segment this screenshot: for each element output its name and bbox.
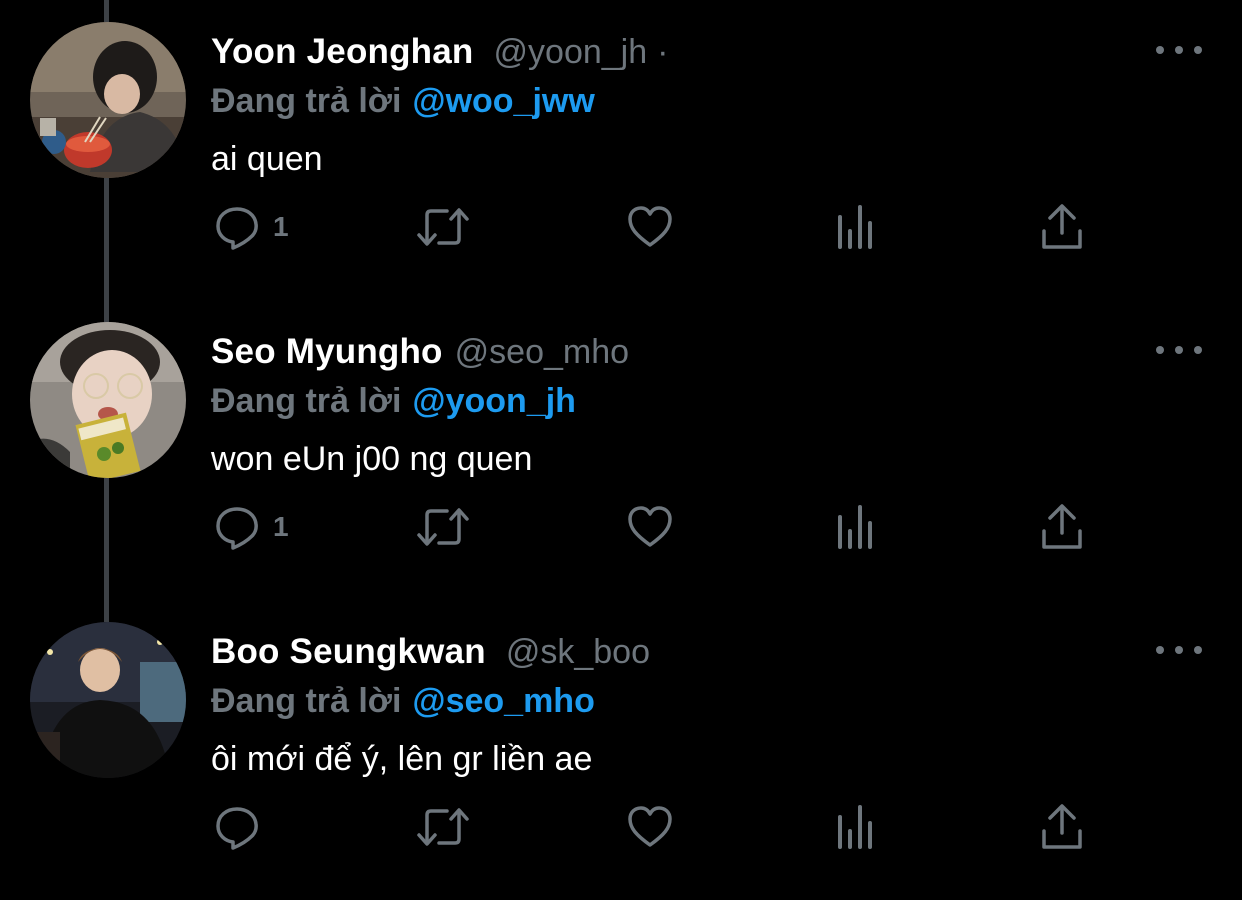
- reply-button[interactable]: [213, 800, 273, 854]
- heart-icon: [628, 806, 672, 847]
- heart-icon: [628, 206, 672, 247]
- separator-dot: ·: [657, 32, 669, 71]
- analytics-button[interactable]: [836, 800, 876, 854]
- reply-count: 1: [273, 511, 289, 542]
- tweet-header: Yoon Jeonghan @yoon_jh ·: [211, 28, 668, 76]
- replying-to: Đang trả lời @yoon_jh: [211, 378, 576, 424]
- like-button[interactable]: [626, 200, 674, 254]
- more-options-button[interactable]: [1156, 638, 1202, 662]
- tweet[interactable]: Seo Myungho @seo_mho Đang trả lời @yoon_…: [0, 300, 1242, 600]
- display-name[interactable]: Seo Myungho: [211, 332, 443, 372]
- three-dots-icon: [1156, 646, 1164, 654]
- replying-to: Đang trả lời @seo_mho: [211, 678, 595, 724]
- analytics-button[interactable]: [836, 200, 876, 254]
- retweet-button[interactable]: [415, 800, 471, 854]
- bar-chart-icon: [838, 205, 872, 249]
- handle[interactable]: @yoon_jh: [494, 33, 648, 72]
- speech-bubble-icon: [216, 807, 258, 850]
- avatar[interactable]: [30, 22, 186, 178]
- three-dots-icon: [1156, 46, 1164, 54]
- three-dots-icon: [1156, 346, 1164, 354]
- replying-to-label: Đang trả lời: [211, 681, 402, 720]
- reply-mention-link[interactable]: @seo_mho: [412, 682, 594, 721]
- reply-count: 1: [273, 211, 289, 242]
- reply-mention-link[interactable]: @yoon_jh: [412, 382, 576, 421]
- reply-button[interactable]: 1: [213, 500, 289, 554]
- tweet[interactable]: Boo Seungkwan @sk_boo Đang trả lời @seo_…: [0, 600, 1242, 900]
- avatar[interactable]: [30, 322, 186, 478]
- tweet-text: ai quen: [211, 140, 323, 178]
- like-button[interactable]: [626, 800, 674, 854]
- tweet-header: Seo Myungho @seo_mho: [211, 328, 629, 376]
- heart-icon: [628, 506, 672, 547]
- retweet-arrows-icon: [417, 508, 469, 546]
- analytics-button[interactable]: [836, 500, 876, 554]
- avatar[interactable]: [30, 622, 186, 778]
- retweet-button[interactable]: [415, 500, 471, 554]
- share-button[interactable]: [1040, 200, 1084, 254]
- retweet-arrows-icon: [417, 808, 469, 846]
- bar-chart-icon: [838, 805, 872, 849]
- share-button[interactable]: [1040, 500, 1084, 554]
- share-button[interactable]: [1040, 800, 1084, 854]
- speech-bubble-icon: [216, 207, 258, 250]
- tweet-text: won eUn j00 ng quen: [211, 440, 533, 478]
- tweet[interactable]: Yoon Jeonghan @yoon_jh · Đang trả lời @w…: [0, 0, 1242, 300]
- handle[interactable]: @seo_mho: [455, 333, 629, 372]
- retweet-arrows-icon: [417, 208, 469, 246]
- display-name[interactable]: Boo Seungkwan: [211, 632, 486, 672]
- upload-share-icon: [1042, 204, 1082, 249]
- more-options-button[interactable]: [1156, 38, 1202, 62]
- tweet-header: Boo Seungkwan @sk_boo: [211, 628, 650, 676]
- tweet-text: ôi mới để ý, lên gr liền ae: [211, 740, 593, 778]
- display-name[interactable]: Yoon Jeonghan: [211, 32, 474, 72]
- retweet-button[interactable]: [415, 200, 471, 254]
- replying-to-label: Đang trả lời: [211, 381, 402, 420]
- reply-mention-link[interactable]: @woo_jww: [412, 82, 594, 121]
- upload-share-icon: [1042, 504, 1082, 549]
- speech-bubble-icon: [216, 507, 258, 550]
- more-options-button[interactable]: [1156, 338, 1202, 362]
- replying-to-label: Đang trả lời: [211, 81, 402, 120]
- replying-to: Đang trả lời @woo_jww: [211, 78, 595, 124]
- upload-share-icon: [1042, 804, 1082, 849]
- handle[interactable]: @sk_boo: [506, 633, 650, 672]
- reply-button[interactable]: 1: [213, 200, 289, 254]
- bar-chart-icon: [838, 505, 872, 549]
- like-button[interactable]: [626, 500, 674, 554]
